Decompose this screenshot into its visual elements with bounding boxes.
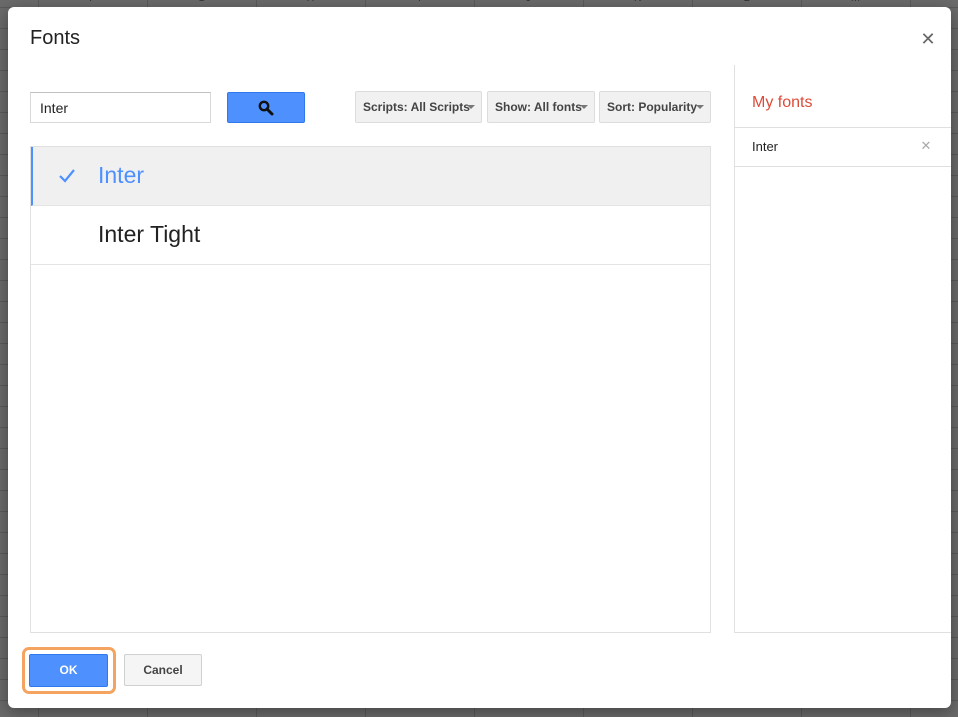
font-list-item-inter[interactable]: Inter [31, 147, 710, 206]
remove-icon[interactable]: ✕ [918, 138, 934, 154]
column-header-f: F [38, 0, 147, 4]
font-name: Inter [98, 162, 145, 188]
column-header-j: J [474, 0, 583, 4]
column-header-i: I [365, 0, 474, 4]
show-filter-dropdown[interactable]: Show: All fonts [487, 91, 595, 123]
column-header-g: G [147, 0, 256, 4]
my-fonts-title: My fonts [752, 94, 813, 111]
cancel-button[interactable]: Cancel [124, 654, 202, 686]
search-button[interactable] [227, 92, 305, 123]
chevron-down-icon [696, 105, 704, 109]
chevron-down-icon [467, 105, 475, 109]
column-header-h: H [256, 0, 365, 4]
show-filter-label: Show: All fonts [495, 100, 582, 114]
search-icon [258, 100, 274, 116]
font-search-input[interactable] [30, 92, 211, 123]
font-name: Inter Tight [98, 221, 201, 247]
my-font-name: Inter [752, 139, 779, 154]
scripts-filter-label: Scripts: All Scripts [363, 100, 470, 114]
scripts-filter-dropdown[interactable]: Scripts: All Scripts [355, 91, 482, 123]
column-header-m: M [801, 0, 910, 4]
chevron-down-icon [580, 105, 588, 109]
my-fonts-panel: My fonts Inter ✕ [734, 65, 951, 633]
column-header-l: L [692, 0, 801, 4]
my-fonts-item[interactable]: Inter ✕ [735, 128, 951, 167]
font-list: Inter Inter Tight [30, 146, 711, 633]
sort-filter-dropdown[interactable]: Sort: Popularity [599, 91, 711, 123]
sort-filter-label: Sort: Popularity [607, 100, 698, 114]
column-header-k: K [583, 0, 692, 4]
close-icon[interactable]: ✕ [918, 29, 938, 49]
dialog-title: Fonts [30, 27, 81, 49]
spreadsheet-column-headers: F G H I J K L M [0, 0, 958, 7]
ok-button[interactable]: OK [29, 654, 108, 687]
fonts-dialog: Fonts ✕ Scripts: All Scripts Show: All f… [8, 7, 951, 708]
checkmark-icon [59, 169, 75, 183]
font-list-item-inter-tight[interactable]: Inter Tight [31, 206, 710, 265]
